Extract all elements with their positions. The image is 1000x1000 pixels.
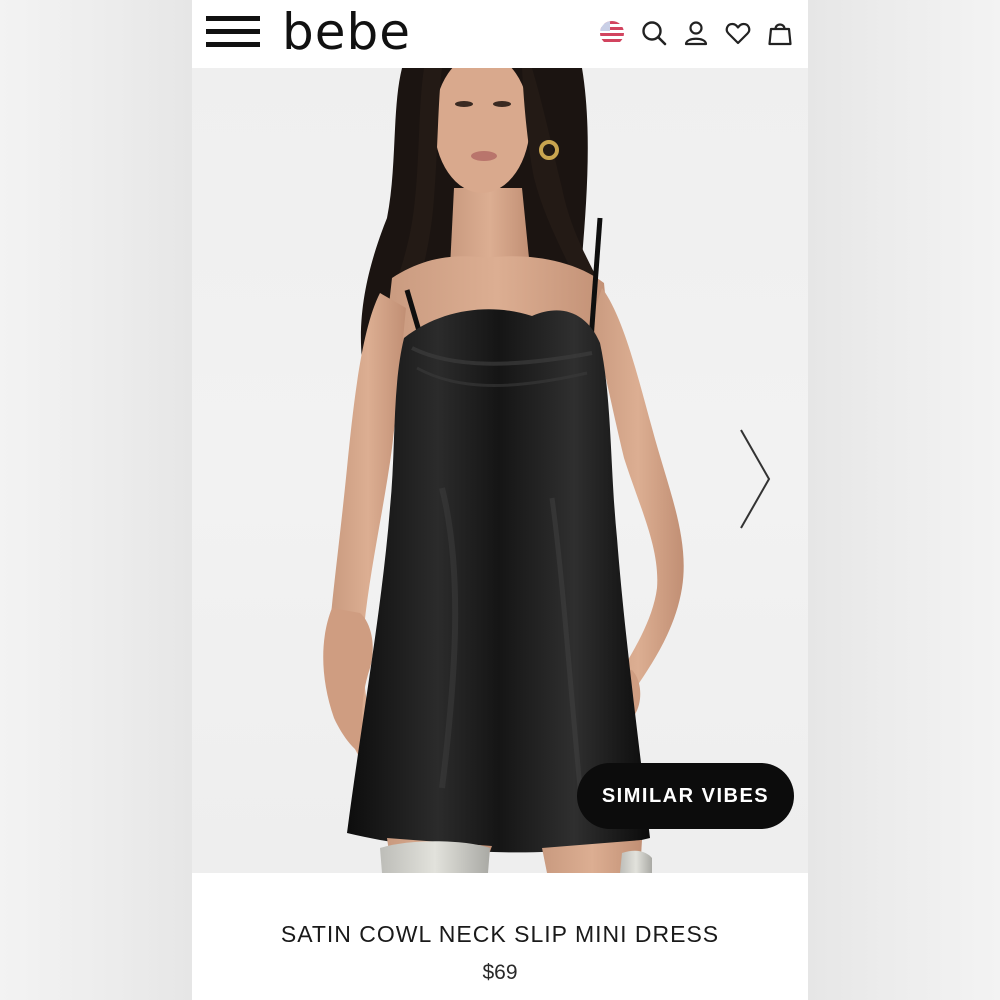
site-header: bebe [192, 0, 808, 68]
bag-icon[interactable] [766, 19, 794, 47]
product-photo [323, 68, 684, 873]
account-icon[interactable] [682, 19, 710, 47]
background-blur-right [808, 0, 1000, 1000]
brand-logo[interactable]: bebe [282, 4, 411, 60]
header-icons [598, 16, 794, 50]
chevron-right-icon[interactable] [737, 426, 777, 532]
product-info: SATIN COWL NECK SLIP MINI DRESS $69 [192, 873, 808, 1000]
similar-vibes-button[interactable]: SIMILAR VIBES [577, 763, 794, 829]
product-page: bebe SIMILAR VIBES SATIN COWL NECK SLIP … [192, 0, 808, 1000]
product-image-carousel[interactable]: SIMILAR VIBES [192, 68, 808, 873]
product-price: $69 [482, 961, 518, 984]
wishlist-icon[interactable] [724, 19, 752, 47]
background-blur-left [0, 0, 192, 1000]
flag-icon[interactable] [598, 19, 626, 47]
product-title: SATIN COWL NECK SLIP MINI DRESS [280, 921, 720, 947]
menu-icon[interactable] [206, 16, 260, 48]
search-icon[interactable] [640, 19, 668, 47]
